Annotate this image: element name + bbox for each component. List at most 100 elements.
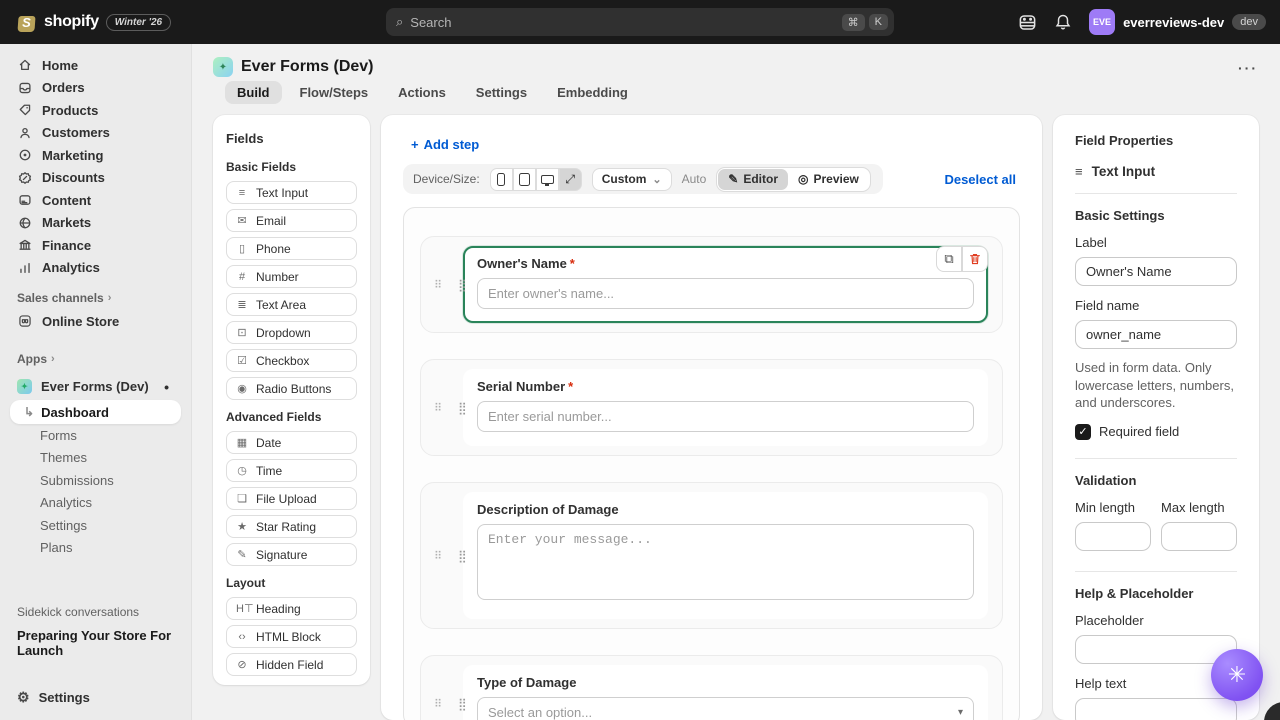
- min-length-field[interactable]: [1075, 522, 1151, 551]
- store-avatar: EVE: [1089, 9, 1115, 35]
- sidebar-item-ever-forms-app[interactable]: ✦ Ever Forms (Dev) •: [0, 376, 191, 399]
- sidebar-item-settings[interactable]: Settings: [0, 514, 191, 537]
- deselect-all-link[interactable]: Deselect all: [944, 172, 1016, 187]
- field-type-of-damage[interactable]: ⣿ Type of Damage Select an option...▾: [463, 665, 988, 720]
- field-preview-input[interactable]: [477, 278, 974, 309]
- drag-handle-icon[interactable]: ⣿: [458, 401, 467, 415]
- sidebar-item-analytics[interactable]: Analytics: [0, 492, 191, 515]
- star-rating-icon: ★: [236, 520, 248, 533]
- max-length-field[interactable]: [1161, 522, 1237, 551]
- form-field-card[interactable]: ⠿ ⣿ Type of Damage Select an option...▾: [420, 655, 1003, 720]
- sidebar-item-orders[interactable]: Orders: [0, 77, 191, 100]
- sidebar-item-analytics[interactable]: Analytics: [0, 257, 191, 280]
- field-type-email-button[interactable]: ✉ Email: [226, 209, 357, 232]
- field-type-signature-button[interactable]: ✎ Signature: [226, 543, 357, 566]
- size-select[interactable]: Custom ⌄: [592, 168, 672, 191]
- field-type-file-upload-button[interactable]: ❏ File Upload: [226, 487, 357, 510]
- browser-window-icon[interactable]: [1017, 12, 1037, 32]
- sidebar-item-content[interactable]: Content: [0, 189, 191, 212]
- tab-actions[interactable]: Actions: [386, 81, 458, 104]
- field-preview-input[interactable]: [477, 401, 974, 432]
- drag-handle-icon[interactable]: ⠿: [434, 401, 442, 414]
- max-length-label: Max length: [1161, 500, 1237, 515]
- device-phone-button[interactable]: [490, 168, 513, 191]
- drag-handle-icon[interactable]: ⠿: [434, 278, 442, 291]
- device-size-toolbar: Device/Size: ⤢ Custom ⌄ Auto ✎ Editor: [403, 164, 883, 194]
- form-field-card[interactable]: ⠿ ⣿ ⧉ Owner's Name*: [420, 236, 1003, 333]
- field-type-phone-button[interactable]: ▯ Phone: [226, 237, 357, 260]
- email-icon: ✉: [236, 214, 248, 227]
- sidebar-item-marketing[interactable]: Marketing: [0, 144, 191, 167]
- device-desktop-button[interactable]: [536, 168, 559, 191]
- shopify-logo[interactable]: S shopify Winter '26: [0, 12, 192, 33]
- form-field-card[interactable]: ⠿ ⣿ Description of Damage: [420, 482, 1003, 629]
- field-type-checkbox-button[interactable]: ☑ Checkbox: [226, 349, 357, 372]
- sidebar-item-settings[interactable]: ⚙ Settings: [0, 682, 191, 712]
- field-owner-s-name[interactable]: ⣿ ⧉ Owner's Name*: [463, 246, 988, 323]
- field-preview-textarea[interactable]: [477, 524, 974, 600]
- sidebar-item-plans[interactable]: Plans: [0, 537, 191, 560]
- field-type-number-button[interactable]: # Number: [226, 265, 357, 288]
- tab-embedding[interactable]: Embedding: [545, 81, 640, 104]
- sidebar-item-finance[interactable]: Finance: [0, 234, 191, 257]
- sidebar-item-products[interactable]: Products: [0, 99, 191, 122]
- global-search-input[interactable]: ⌕ Search ⌘ K: [386, 8, 894, 36]
- field-type-html-block-button[interactable]: ‹› HTML Block: [226, 625, 357, 648]
- sidebar-item-online-store[interactable]: Online Store: [0, 310, 191, 333]
- sidebar-item-customers[interactable]: Customers: [0, 122, 191, 145]
- tab-settings[interactable]: Settings: [464, 81, 539, 104]
- duplicate-field-button[interactable]: ⧉: [936, 246, 962, 272]
- sidebar-item-home[interactable]: Home: [0, 54, 191, 77]
- tab-build[interactable]: Build: [225, 81, 282, 104]
- field-type-time-button[interactable]: ◷ Time: [226, 459, 357, 482]
- field-preview-select[interactable]: Select an option...▾: [477, 697, 974, 720]
- sidebar-item-submissions[interactable]: Submissions: [0, 469, 191, 492]
- sidebar-item-dashboard[interactable]: ↳ Dashboard: [10, 400, 181, 424]
- drag-handle-icon[interactable]: ⠿: [434, 549, 442, 562]
- field-serial-number[interactable]: ⣿ Serial Number*: [463, 369, 988, 446]
- help-text-field[interactable]: [1075, 698, 1237, 720]
- required-asterisk: *: [570, 256, 575, 271]
- page-more-actions-button[interactable]: ···: [1238, 60, 1258, 76]
- drag-handle-icon[interactable]: ⣿: [458, 549, 467, 563]
- field-type-text-area-button[interactable]: ≣ Text Area: [226, 293, 357, 316]
- drag-handle-icon[interactable]: ⠿: [434, 697, 442, 710]
- notifications-bell-icon[interactable]: [1053, 12, 1073, 32]
- sidebar-item-discounts[interactable]: Discounts: [0, 167, 191, 190]
- content-icon: [17, 193, 33, 207]
- field-type-text-input-button[interactable]: ≡ Text Input: [226, 181, 357, 204]
- drag-handle-icon[interactable]: ⣿: [458, 278, 467, 292]
- label-field[interactable]: [1075, 257, 1237, 286]
- field-type-heading-button[interactable]: H⊤ Heading: [226, 597, 357, 620]
- delete-field-button[interactable]: [962, 246, 988, 272]
- field-type-dropdown-button[interactable]: ⊡ Dropdown: [226, 321, 357, 344]
- add-step-button[interactable]: + Add step: [411, 137, 1020, 152]
- device-tablet-button[interactable]: [513, 168, 536, 191]
- home-icon: [17, 58, 33, 72]
- device-size-label: Device/Size:: [413, 172, 480, 186]
- field-type-star-rating-button[interactable]: ★ Star Rating: [226, 515, 357, 538]
- sidekick-fab-button[interactable]: ✳: [1211, 649, 1263, 701]
- sidebar-item-markets[interactable]: Markets: [0, 212, 191, 235]
- store-switcher[interactable]: EVE everreviews-dev dev: [1089, 9, 1266, 35]
- field-description-of-damage[interactable]: ⣿ Description of Damage: [463, 492, 988, 619]
- sales-channels-header[interactable]: Sales channels›: [0, 288, 191, 308]
- tab-flow-steps[interactable]: Flow/Steps: [288, 81, 381, 104]
- sidekick-conversation-item[interactable]: Preparing Your Store For Launch: [0, 628, 191, 658]
- apps-header[interactable]: Apps›: [0, 349, 191, 369]
- drag-handle-icon[interactable]: ⣿: [458, 697, 467, 711]
- sidebar-item-themes[interactable]: Themes: [0, 447, 191, 470]
- preview-tab[interactable]: ◎ Preview: [788, 169, 869, 190]
- field-type-radio-buttons-button[interactable]: ◉ Radio Buttons: [226, 377, 357, 400]
- field-type-date-button[interactable]: ▦ Date: [226, 431, 357, 454]
- form-field-card[interactable]: ⠿ ⣿ Serial Number*: [420, 359, 1003, 456]
- field-type-hidden-field-button[interactable]: ⊘ Hidden Field: [226, 653, 357, 676]
- field-name-field[interactable]: [1075, 320, 1237, 349]
- sidebar-item-forms[interactable]: Forms: [0, 424, 191, 447]
- app-pin-dot[interactable]: •: [164, 379, 169, 395]
- placeholder-field[interactable]: [1075, 635, 1237, 664]
- form-step-area: ⠿ ⣿ ⧉ Owner's Name* ⠿ ⣿ Serial Number* ⠿: [403, 207, 1020, 720]
- device-fullsize-button[interactable]: ⤢: [559, 168, 582, 191]
- required-field-checkbox[interactable]: ✓ Required field: [1075, 424, 1237, 440]
- editor-tab[interactable]: ✎ Editor: [718, 169, 788, 190]
